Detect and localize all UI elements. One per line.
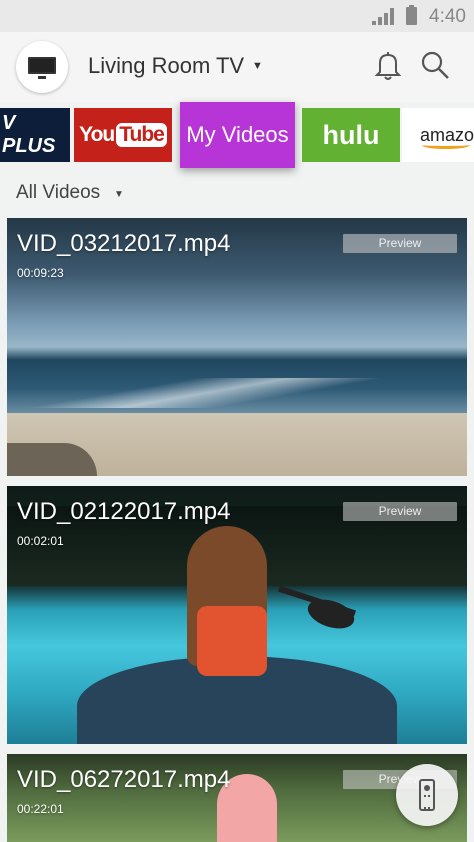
video-title: VID_03212017.mp4 <box>17 230 231 257</box>
app-tile-label: V PLUS <box>2 112 56 157</box>
video-card[interactable]: VID_02122017.mp4 00:02:01 Preview <box>7 486 467 744</box>
signal-icon <box>372 8 394 25</box>
device-selector[interactable]: Living Room TV <box>88 53 244 79</box>
video-duration: 00:02:01 <box>17 534 64 548</box>
video-card[interactable]: VID_03212017.mp4 00:09:23 Preview <box>7 218 467 476</box>
app-header: Living Room TV ▼ <box>0 32 474 102</box>
app-tile-amazon[interactable]: amazo <box>402 108 474 162</box>
search-icon[interactable] <box>420 50 450 80</box>
video-duration: 00:22:01 <box>17 802 64 816</box>
video-thumbnail-scenery <box>197 606 267 676</box>
bell-icon[interactable] <box>374 50 402 82</box>
status-bar: 4:40 <box>0 0 474 32</box>
app-tile-hulu[interactable]: hulu <box>302 108 400 162</box>
app-tile-my-videos[interactable]: My Videos <box>180 102 295 168</box>
video-filter-dropdown[interactable]: All Videos <box>16 182 100 204</box>
battery-icon <box>406 5 417 25</box>
preview-button[interactable]: Preview <box>343 234 457 253</box>
tv-icon <box>28 57 56 79</box>
video-title: VID_02122017.mp4 <box>17 498 231 525</box>
video-thumbnail-scenery <box>7 378 467 408</box>
remote-icon <box>419 779 435 811</box>
preview-button[interactable]: Preview <box>343 502 457 521</box>
caret-down-icon[interactable]: ▼ <box>252 60 263 72</box>
device-avatar[interactable] <box>16 41 68 93</box>
caret-down-icon[interactable]: ▼ <box>114 189 124 200</box>
amazon-smile-icon <box>422 141 470 149</box>
app-tile-vplus[interactable]: V PLUS <box>0 108 70 162</box>
app-tile-label: My Videos <box>186 122 289 147</box>
video-title: VID_06272017.mp4 <box>17 766 231 793</box>
app-tile-label: hulu <box>322 119 380 150</box>
app-tile-youtube[interactable]: You Tube <box>74 108 172 162</box>
youtube-logo-text: You <box>79 123 115 146</box>
app-carousel: V PLUS You Tube My Videos hulu amazo <box>0 102 474 168</box>
video-duration: 00:09:23 <box>17 266 64 280</box>
youtube-logo-tube: Tube <box>116 123 167 147</box>
status-time: 4:40 <box>429 6 466 27</box>
remote-control-button[interactable] <box>396 764 458 826</box>
